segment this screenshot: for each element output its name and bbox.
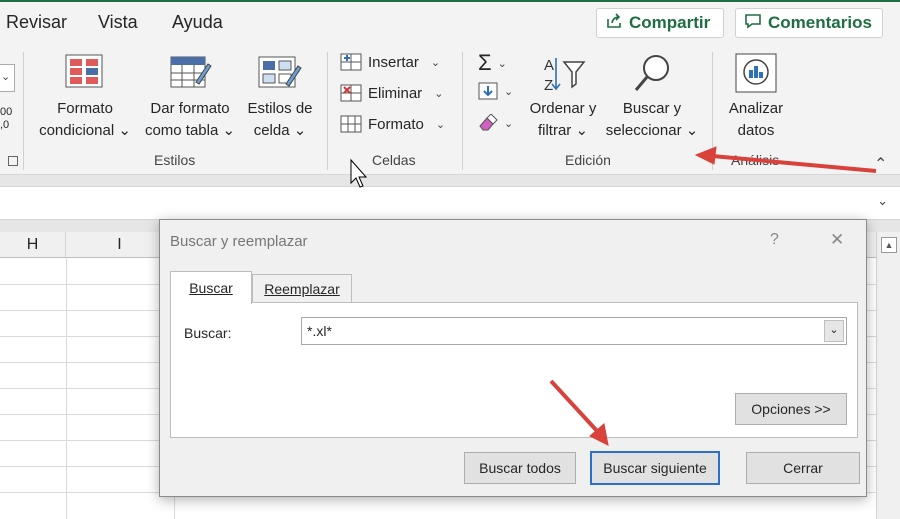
- find-all-button[interactable]: Buscar todos: [464, 452, 576, 484]
- sort-filter-button[interactable]: A Z Ordenar y filtrar ⌄: [520, 50, 606, 146]
- tab-ayuda[interactable]: Ayuda: [172, 12, 223, 33]
- collapse-ribbon-icon[interactable]: ⌃: [874, 154, 887, 174]
- find-select-button[interactable]: Buscar y seleccionar ⌄: [602, 50, 702, 146]
- share-icon: [605, 12, 623, 35]
- tab-buscar-label: Buscar: [189, 280, 233, 296]
- expand-formula-bar-icon[interactable]: ⌄: [877, 193, 888, 209]
- insert-cells-label: Insertar: [368, 53, 419, 71]
- magnifier-icon: [634, 55, 669, 91]
- search-input[interactable]: *.xl*: [307, 323, 332, 339]
- group-label-analisis: Análisis: [731, 152, 780, 168]
- tab-vista[interactable]: Vista: [98, 12, 138, 33]
- group-label-edicion: Edición: [565, 152, 611, 168]
- group-separator: [327, 52, 328, 170]
- number-format-partial: 00 ,0: [0, 106, 13, 131]
- delete-cells-icon: [340, 84, 362, 102]
- delete-cells-label: Eliminar: [368, 84, 423, 102]
- delete-cells-button[interactable]: Eliminar ⌄: [340, 83, 443, 103]
- scroll-up-icon[interactable]: ▲: [881, 237, 897, 253]
- dialog-launcher-icon[interactable]: [8, 156, 18, 166]
- format-as-table-label-1: Dar formato: [150, 100, 230, 117]
- group-separator: [462, 52, 463, 170]
- tab-reemplazar[interactable]: Reemplazar: [252, 274, 352, 303]
- format-cells-label: Formato: [368, 115, 424, 133]
- help-button[interactable]: ?: [770, 231, 779, 249]
- close-icon[interactable]: ✕: [830, 230, 844, 250]
- find-select-label-1: Buscar y: [622, 100, 682, 117]
- sigma-icon: Σ: [478, 50, 492, 75]
- format-as-table-icon: [170, 56, 212, 88]
- find-next-button[interactable]: Buscar siguiente: [590, 451, 720, 485]
- vertical-scrollbar[interactable]: ▲: [876, 232, 900, 519]
- format-cells-icon: [340, 115, 362, 133]
- search-combobox[interactable]: *.xl* ⌄: [301, 317, 847, 345]
- clear-button[interactable]: ⌄: [478, 114, 513, 132]
- cell-styles-icon: [258, 56, 302, 88]
- search-label: Buscar:: [184, 325, 232, 341]
- eraser-icon: [479, 114, 498, 131]
- cell-styles-label-2: celda ⌄: [253, 122, 307, 139]
- conditional-format-label-1: Formato: [57, 100, 113, 117]
- group-label-celdas: Celdas: [372, 152, 416, 168]
- analyze-data-icon: [735, 53, 777, 93]
- format-as-table-label-2: como tabla ⌄: [144, 122, 236, 139]
- group-label-estilos: Estilos: [154, 152, 196, 168]
- insert-cells-icon: [340, 53, 362, 71]
- analyze-data-label-2: datos: [737, 122, 775, 139]
- cell-styles-label-1: Estilos de: [247, 100, 313, 117]
- tab-buscar[interactable]: Buscar: [170, 271, 252, 304]
- sort-filter-label-2: filtrar ⌄: [537, 122, 589, 139]
- formula-bar[interactable]: ⌄: [0, 186, 900, 220]
- comment-icon: [744, 12, 762, 35]
- format-as-table-button[interactable]: Dar formato como tabla ⌄: [140, 50, 240, 146]
- tab-revisar[interactable]: Revisar: [6, 12, 67, 33]
- autosum-button[interactable]: Σ ⌄: [478, 50, 507, 76]
- analyze-data-button[interactable]: Analizar datos: [720, 50, 792, 146]
- column-header-h[interactable]: H: [0, 232, 66, 258]
- conditional-format-label-2: condicional ⌄: [39, 122, 131, 139]
- share-button[interactable]: Compartir: [596, 8, 724, 38]
- sort-filter-icon: A Z: [544, 57, 586, 94]
- ribbon: ⌄ 00 ,0 Formato condicional ⌄ Dar format…: [0, 44, 900, 175]
- conditional-format-icon: [65, 54, 103, 88]
- conditional-format-button[interactable]: Formato condicional ⌄: [30, 50, 131, 146]
- group-separator: [23, 52, 24, 170]
- sort-filter-label-1: Ordenar y: [529, 100, 597, 117]
- number-format-dropdown[interactable]: ⌄: [0, 64, 15, 92]
- find-replace-dialog: Buscar y reemplazar ? ✕ Buscar Reemplaza…: [159, 219, 867, 497]
- analyze-data-label-1: Analizar: [728, 100, 784, 117]
- share-label: Compartir: [629, 13, 711, 32]
- chevron-down-icon[interactable]: ⌄: [824, 320, 844, 342]
- find-select-label-2: seleccionar ⌄: [605, 122, 699, 139]
- options-button[interactable]: Opciones >>: [735, 393, 847, 425]
- close-button[interactable]: Cerrar: [746, 452, 860, 484]
- cell-styles-button[interactable]: Estilos de celda ⌄: [240, 50, 320, 146]
- format-cells-button[interactable]: Formato ⌄: [340, 114, 445, 134]
- svg-text:A: A: [544, 57, 554, 74]
- ribbon-tab-row: Revisar Vista Ayuda Compartir Comentario…: [0, 0, 900, 44]
- insert-cells-button[interactable]: Insertar ⌄: [340, 52, 440, 72]
- dialog-title: Buscar y reemplazar: [170, 233, 308, 250]
- tab-reemplazar-label: Reemplazar: [264, 281, 340, 297]
- svg-text:Z: Z: [544, 77, 553, 94]
- comments-label: Comentarios: [768, 13, 872, 32]
- comments-button[interactable]: Comentarios: [735, 8, 883, 38]
- group-separator: [712, 52, 713, 170]
- column-header-i[interactable]: I: [66, 232, 174, 258]
- fill-down-icon: [478, 82, 498, 100]
- tab-panel: Buscar: *.xl* ⌄ Opciones >>: [170, 302, 858, 438]
- fill-button[interactable]: ⌄: [478, 82, 513, 100]
